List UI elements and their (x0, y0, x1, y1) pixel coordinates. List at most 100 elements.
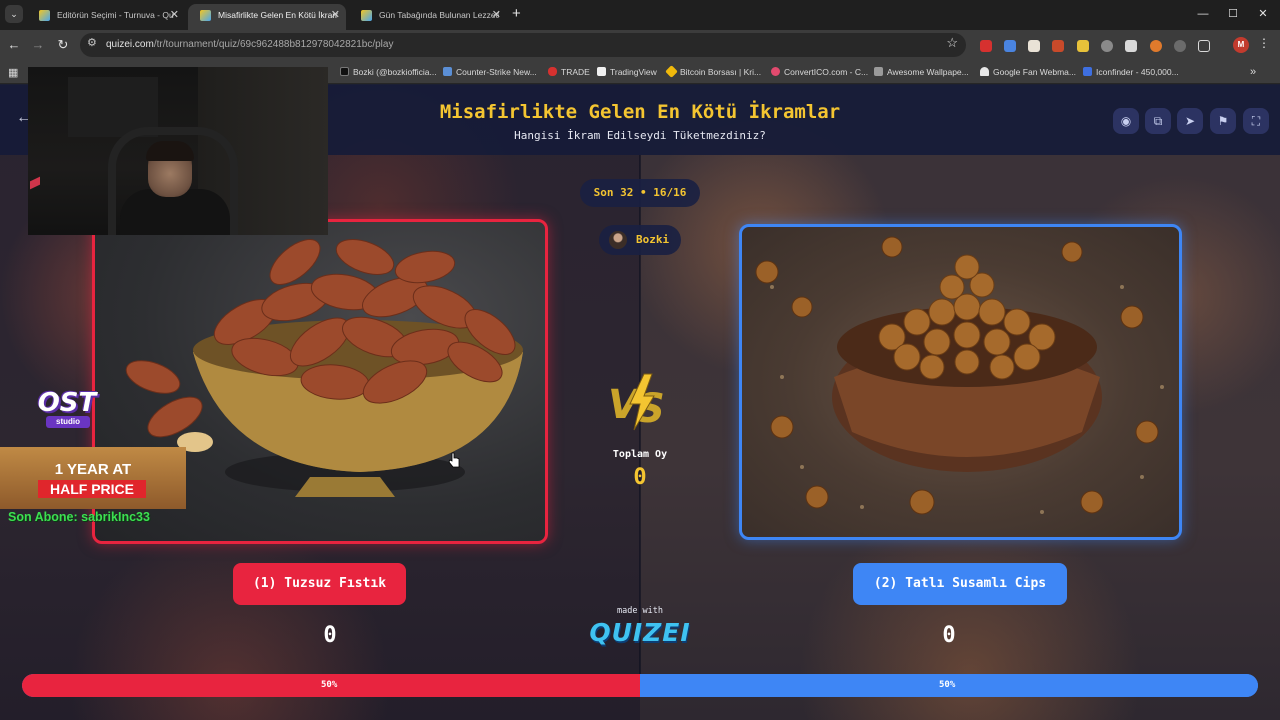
reload-icon[interactable]: ↻ (54, 36, 72, 54)
bookmark-label: Awesome Wallpape... (887, 67, 969, 77)
left-vote-count: 0 (323, 623, 337, 648)
binance-icon (665, 65, 678, 78)
tab-title: Gün Tabağında Bulunan Lezzetl (379, 10, 499, 20)
extensions-puzzle-icon[interactable] (1198, 40, 1210, 52)
window-close-icon[interactable]: ✕ (1253, 5, 1273, 23)
bookmark-item[interactable]: Counter-Strike New... (443, 60, 537, 84)
flag-icon[interactable]: ⚑ (1210, 108, 1236, 134)
ost-studio-logo: OST studio (36, 388, 98, 430)
url-text: quizei.com/tr/tournament/quiz/69c962488b… (106, 33, 393, 57)
bookmark-label: ConvertICO.com - C... (784, 67, 869, 77)
share-icon[interactable]: ⧉ (1145, 108, 1171, 134)
quizei-favicon-icon (200, 10, 211, 21)
address-bar[interactable]: ⚙ quizei.com/tr/tournament/quiz/69c96248… (80, 33, 966, 57)
eye-icon[interactable]: ◉ (1113, 108, 1139, 134)
browser-tab[interactable]: Editörün Seçimi - Turnuva - Qu ✕ (27, 4, 185, 30)
bookmark-label: Counter-Strike New... (456, 67, 537, 77)
vote-progress-bar: 50% 50% (22, 674, 1258, 697)
browser-tab-active[interactable]: Misafirlikte Gelen En Kötü İkram ✕ (188, 4, 346, 30)
tab-search-chevron-icon[interactable]: ⌄ (5, 5, 23, 23)
tiktok-icon (340, 67, 349, 76)
bookmark-item[interactable]: Google Fan Webma... (980, 60, 1076, 84)
tab-close-icon[interactable]: ✕ (331, 4, 340, 26)
led-light (30, 176, 40, 190)
forward-arrow-icon[interactable]: → (29, 36, 47, 54)
hand-cursor-icon (448, 452, 460, 468)
extension-icon[interactable] (1028, 40, 1040, 52)
quizei-favicon-icon (361, 10, 372, 21)
url-path: /tr/tournament/quiz/69c962488b8129780428… (153, 39, 394, 50)
tradingview-icon (597, 67, 606, 76)
left-vote-percent: 50% (321, 680, 338, 690)
bookmark-star-icon[interactable]: ☆ (946, 35, 958, 51)
browser-tab[interactable]: Gün Tabağında Bulunan Lezzetl ✕ (349, 4, 507, 30)
bookmark-label: Iconfinder - 450,000... (1096, 67, 1179, 77)
bookmark-item[interactable]: Bozki (@bozkiofficia... (340, 60, 437, 84)
extension-icon[interactable] (1052, 40, 1064, 52)
tab-title: Misafirlikte Gelen En Kötü İkram (218, 10, 338, 20)
counter-strike-icon (443, 67, 452, 76)
bookmarks-overflow-icon[interactable]: » (1250, 60, 1256, 84)
bookmark-item[interactable]: ConvertICO.com - C... (771, 60, 868, 84)
promo-banner: 1 YEAR AT HALF PRICE (0, 447, 186, 509)
right-vote-percent: 50% (939, 680, 956, 690)
extension-icon[interactable] (1101, 40, 1113, 52)
tab-title: Editörün Seçimi - Turnuva - Qu (57, 10, 174, 20)
minimize-icon[interactable]: — (1193, 5, 1213, 23)
bookmark-item[interactable]: Bitcoin Borsası | Kri... (665, 60, 762, 84)
sesame-puffs-image (755, 236, 1164, 515)
quizei-logo[interactable]: QUIZEI (580, 618, 700, 647)
choice-right-button[interactable]: (2) Tatlı Susamlı Cips (853, 563, 1067, 605)
versus-icon: V S (608, 373, 665, 432)
ost-logo-text: OST (37, 388, 97, 418)
bookmark-label: Bitcoin Borsası | Kri... (680, 67, 762, 77)
webcam-overlay (28, 67, 328, 235)
trade-icon (548, 67, 557, 76)
bookmark-item[interactable]: TRADE (548, 60, 590, 84)
promo-line-1: 1 YEAR AT (54, 461, 132, 478)
wallpaper-icon (874, 67, 883, 76)
iconfinder-icon (1083, 67, 1092, 76)
bookmark-item[interactable]: Awesome Wallpape... (874, 60, 969, 84)
extension-icon[interactable] (1077, 40, 1089, 52)
streamer-badge: Bozki (599, 225, 681, 255)
extension-icon[interactable] (1125, 40, 1137, 52)
choice-card-right[interactable] (739, 224, 1182, 540)
site-info-icon[interactable]: ⚙ (87, 36, 97, 49)
url-host: quizei.com (106, 39, 154, 50)
fullscreen-icon[interactable]: ⛶ (1243, 108, 1269, 134)
bookmark-label: Google Fan Webma... (993, 67, 1076, 77)
last-subscriber-label: Son Abone: sabrikInc33 (8, 510, 150, 524)
browser-tab-strip: ⌄ Editörün Seçimi - Turnuva - Qu ✕ Misaf… (0, 0, 1280, 30)
extension-icon[interactable] (1004, 40, 1016, 52)
profile-avatar[interactable]: M (1233, 37, 1249, 53)
streamer-name: Bozki (636, 233, 670, 246)
bookmark-label: Bozki (@bozkiofficia... (353, 67, 437, 77)
extension-icon[interactable] (980, 40, 992, 52)
choice-left-button[interactable]: (1) Tuzsuz Fıstık (233, 563, 406, 605)
tab-close-icon[interactable]: ✕ (492, 4, 501, 26)
new-tab-plus-icon[interactable]: + (512, 5, 521, 23)
total-votes-label: Toplam Oy (612, 449, 668, 460)
maximize-icon[interactable]: ☐ (1223, 5, 1243, 23)
send-icon[interactable]: ➤ (1177, 108, 1203, 134)
google-fan-icon (980, 67, 989, 76)
avatar (609, 231, 627, 249)
bookmark-item[interactable]: TradingView (597, 60, 657, 84)
right-vote-count: 0 (942, 623, 956, 648)
browser-toolbar: ← → ↻ ⚙ quizei.com/tr/tournament/quiz/69… (0, 30, 1280, 60)
bookmark-item[interactable]: Iconfinder - 450,000... (1083, 60, 1179, 84)
bookmark-label: TradingView (610, 67, 657, 77)
round-indicator: Son 32 • 16/16 (580, 179, 700, 207)
extension-icon[interactable] (1150, 40, 1162, 52)
extension-icon[interactable] (1174, 40, 1186, 52)
streamer-hair (146, 141, 194, 161)
back-arrow-icon[interactable]: ← (5, 36, 23, 54)
made-with-label: made with (616, 606, 664, 616)
apps-grid-icon[interactable]: ▦ (8, 66, 18, 79)
browser-menu-icon[interactable]: ⋮ (1258, 36, 1270, 50)
promo-line-2: HALF PRICE (38, 480, 146, 498)
tab-close-icon[interactable]: ✕ (170, 4, 179, 26)
ost-logo-sub: studio (46, 416, 90, 428)
convertico-icon (771, 67, 780, 76)
